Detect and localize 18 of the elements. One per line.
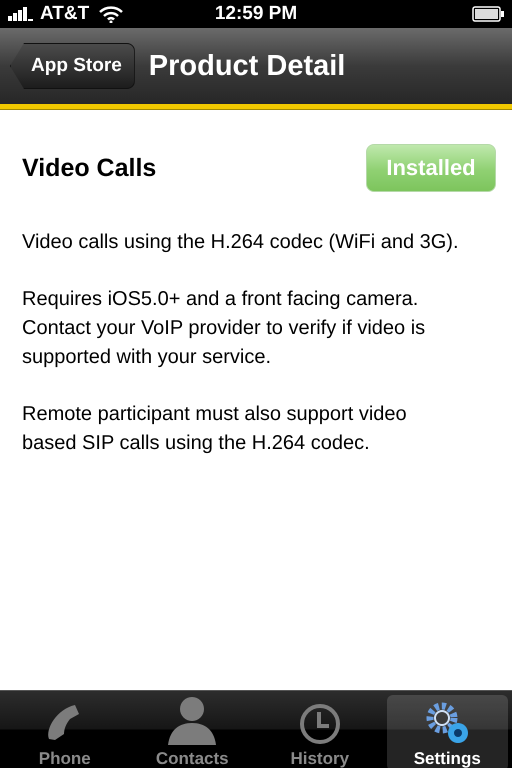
screen-title: Product Detail: [148, 50, 346, 82]
clock-time: 12:59 PM: [214, 3, 298, 25]
description-paragraph: Video calls using the H.264 codec (WiFi and 3G).: [22, 230, 460, 255]
tab-bar-item[interactable]: History: [259, 695, 380, 768]
back-button[interactable]: App Store: [10, 43, 135, 89]
tab-bar-item[interactable]: Phone: [4, 695, 126, 768]
description-paragraph: Remote participant must also support video based SIP calls using the H.264 codec.: [22, 402, 408, 456]
tab-bar-item[interactable]: Contacts: [132, 695, 253, 768]
tab-bar-item[interactable]: Settings: [386, 695, 508, 768]
battery-icon: [472, 6, 504, 22]
gears-icon: [424, 701, 470, 745]
carrier-name: AT&T: [40, 3, 90, 25]
person-icon: [166, 695, 218, 745]
product-name: Video Calls: [22, 154, 156, 182]
clock-icon: [298, 703, 341, 745]
description-paragraph: Requires iOS5.0+ and a front facing camera. Contact your VoIP provider to verify if video is supported with your service.: [22, 287, 426, 370]
wifi-icon: [99, 5, 124, 23]
signal-icon: [8, 7, 34, 21]
